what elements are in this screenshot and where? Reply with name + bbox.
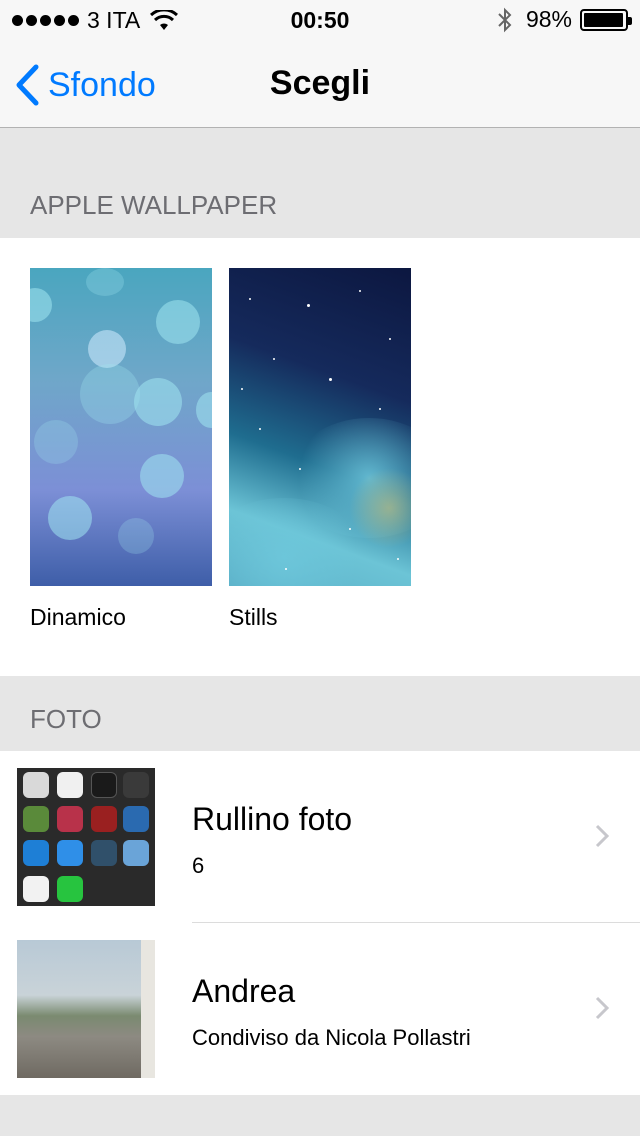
album-camera-roll[interactable]: Rullino foto 6 (0, 751, 640, 923)
album-shared[interactable]: Andrea Condiviso da Nicola Pollastri (0, 923, 640, 1095)
wallpaper-stills-label: Stills (229, 604, 278, 630)
page-title: Scegli (269, 64, 371, 102)
status-bar: 3 ITA 00:50 98% (0, 0, 640, 40)
album-shared-by: Condiviso da Nicola Pollastri (192, 1025, 471, 1050)
album-shared-thumbnail (17, 940, 155, 1078)
album-camera-roll-thumbnail (17, 768, 155, 906)
wallpaper-dynamic-label: Dinamico (30, 604, 126, 630)
chevron-right-icon (595, 824, 610, 848)
apple-wallpaper-section: Dinamico Stills (0, 238, 640, 676)
navigation-bar: Sfondo Scegli (0, 40, 640, 128)
album-title: Rullino foto (192, 801, 353, 837)
wallpaper-stills-thumbnail[interactable] (229, 268, 411, 586)
section-header-photos: FOTO (30, 704, 102, 734)
wallpaper-dynamic-thumbnail[interactable] (30, 268, 212, 586)
album-count: 6 (192, 853, 205, 878)
chevron-right-icon (595, 996, 610, 1020)
bluetooth-icon (498, 7, 512, 32)
battery-percent: 98% (525, 6, 572, 32)
section-header-apple-wallpaper: APPLE WALLPAPER (30, 190, 278, 220)
photos-section: Rullino foto 6 Andrea Condiviso da Nicol… (0, 751, 640, 1095)
battery-icon (580, 8, 632, 31)
album-title: Andrea (192, 973, 296, 1009)
